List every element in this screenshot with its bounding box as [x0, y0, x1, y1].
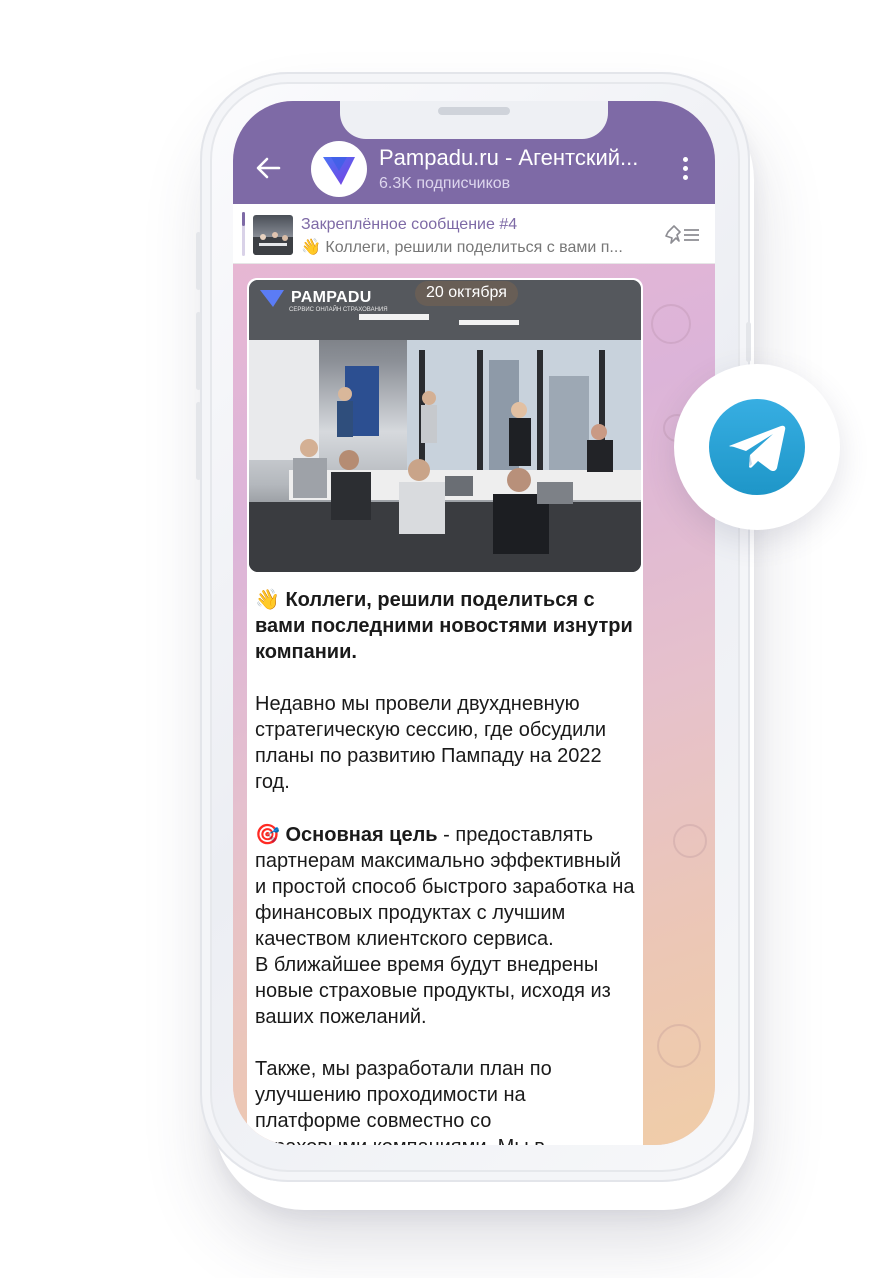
message-photo[interactable]: PAMPADU СЕРВИС ОНЛАЙН СТРАХОВАНИЯ 20 окт…	[249, 280, 641, 572]
message-text: 👋 Коллеги, решили поделиться с вами посл…	[247, 574, 643, 1145]
pinned-title: Закреплённое сообщение #4	[301, 216, 518, 233]
phone-screen: Pampadu.ru - Агентский... 6.3K подписчик…	[233, 101, 715, 1145]
pinned-thumbnail	[253, 215, 293, 255]
photo-brand-text: PAMPADU	[291, 289, 372, 306]
channel-header: Pampadu.ru - Агентский... 6.3K подписчик…	[233, 101, 715, 204]
goal-label: Основная цель	[285, 824, 438, 846]
message-bubble[interactable]: PAMPADU СЕРВИС ОНЛАЙН СТРАХОВАНИЯ 20 окт…	[247, 278, 643, 1145]
phone-button-right	[746, 322, 751, 362]
message-paragraph-1: Недавно мы провели двухдневную стратегич…	[255, 693, 607, 793]
phone-speaker	[438, 107, 510, 115]
photo-brand-subtitle: СЕРВИС ОНЛАЙН СТРАХОВАНИЯ	[289, 307, 388, 313]
subscriber-count: 6.3K подписчиков	[379, 175, 511, 192]
wallpaper-doodle	[673, 824, 707, 858]
headline-text: Коллеги, решили поделиться с вами послед…	[255, 589, 633, 663]
wave-emoji: 👋	[255, 587, 280, 611]
phone-button-left-3	[196, 402, 201, 480]
phone-notch	[340, 101, 608, 139]
target-emoji: 🎯	[255, 822, 280, 846]
telegram-badge	[674, 364, 840, 530]
message-goal: 🎯 Основная цель - предоставлять партнера…	[255, 821, 635, 952]
photo-brand-logo: PAMPADU	[259, 288, 372, 308]
wallpaper-doodle	[651, 304, 691, 344]
unpin-list-icon[interactable]	[665, 224, 701, 246]
pinned-preview: 👋 Коллеги, решили поделиться с вами п...	[301, 239, 623, 256]
back-arrow-icon[interactable]	[255, 156, 281, 180]
more-vertical-icon[interactable]	[681, 157, 689, 183]
pinned-indicator-active	[242, 212, 245, 226]
channel-avatar-icon	[323, 157, 355, 185]
date-separator: 20 октября	[415, 281, 518, 306]
message-headline: 👋 Коллеги, решили поделиться с вами посл…	[255, 586, 635, 665]
pinned-message-bar[interactable]: Закреплённое сообщение #4 👋 Коллеги, реш…	[233, 204, 715, 264]
phone-button-left-1	[196, 232, 201, 290]
channel-title[interactable]: Pampadu.ru - Агентский...	[379, 145, 669, 171]
telegram-logo-icon	[709, 399, 805, 495]
channel-avatar[interactable]	[311, 141, 367, 197]
message-paragraph-4: Также, мы разработали план по улучшению …	[255, 1058, 552, 1145]
wallpaper-doodle	[657, 1024, 701, 1068]
chat-area[interactable]: PAMPADU СЕРВИС ОНЛАЙН СТРАХОВАНИЯ 20 окт…	[233, 264, 715, 1145]
message-paragraph-3: В ближайшее время будут внедрены новые с…	[255, 954, 611, 1028]
phone-button-left-2	[196, 312, 201, 390]
